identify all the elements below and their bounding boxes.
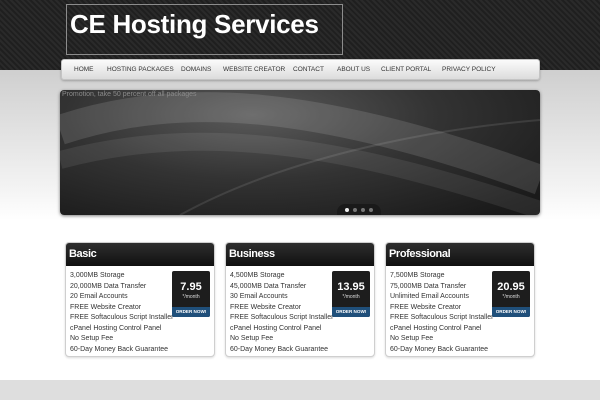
order-now-button[interactable]: ORDER NOW! (492, 307, 530, 317)
feature-item: 7,500MB Storage (390, 272, 445, 279)
feature-item: FREE Website Creator (230, 303, 302, 311)
nav-item-about-us[interactable]: ABOUT US (337, 66, 370, 73)
slider-pagination (337, 204, 381, 215)
nav-item-domains[interactable]: DOMAINS (181, 66, 211, 73)
plan-title: Professional (389, 248, 451, 260)
feature-item: 30 Email Accounts (230, 293, 288, 300)
feature-item: No Setup Fee (70, 335, 114, 342)
feature-item: 4,500MB Storage (230, 272, 285, 279)
plan-header: Professional (386, 243, 534, 266)
feature-item: 60-Day Money Back Guarantee (70, 345, 169, 353)
feature-item: FREE Softaculous Script Installer (390, 314, 494, 321)
slider-swoosh-graphic (60, 92, 540, 215)
plan-features: 7,500MB Storage 75,000MB Data Transfer U… (390, 271, 494, 355)
nav-item-website-creator[interactable]: WEBSITE CREATOR (223, 66, 285, 73)
price-value: 13.95 (337, 281, 365, 293)
price-value: 7.95 (180, 281, 202, 293)
slider-dot-3[interactable] (361, 208, 365, 212)
image-slider[interactable]: Promotion, take 50 percent off all packa… (60, 90, 540, 215)
feature-item: FREE Website Creator (390, 303, 462, 311)
feature-item: FREE Softaculous Script Installer (230, 314, 334, 321)
site-title: CE Hosting Services (70, 9, 319, 39)
nav-item-privacy-policy[interactable]: PRIVACY POLICY (442, 66, 496, 73)
feature-item: 75,000MB Data Transfer (390, 282, 467, 290)
nav-item-client-portal[interactable]: CLIENT PORTAL (381, 66, 431, 73)
feature-item: 3,000MB Storage (70, 272, 125, 279)
order-now-button[interactable]: ORDER NOW! (332, 307, 370, 317)
feature-item: 60-Day Money Back Guarantee (230, 345, 329, 353)
nav-item-hosting-packages[interactable]: HOSTING PACKAGES (107, 66, 174, 73)
price-value: 20.95 (497, 281, 525, 293)
feature-item: 20,000MB Data Transfer (70, 282, 147, 290)
price-period: */month (182, 294, 200, 300)
feature-item: 20 Email Accounts (70, 293, 128, 300)
feature-item: cPanel Hosting Control Panel (230, 324, 322, 332)
plan-title: Business (229, 248, 275, 260)
price-period: */month (342, 294, 360, 300)
footer-bar (0, 380, 600, 400)
main-nav: HOME HOSTING PACKAGES DOMAINS WEBSITE CR… (61, 59, 540, 80)
plan-header: Basic (66, 243, 214, 266)
nav-item-home[interactable]: HOME (74, 66, 94, 73)
feature-item: 60-Day Money Back Guarantee (390, 345, 489, 353)
feature-item: Unlimited Email Accounts (390, 293, 469, 300)
nav-item-contact[interactable]: CONTACT (293, 66, 324, 73)
plan-card-business: Business 4,500MB Storage 45,000MB Data T… (225, 242, 375, 357)
price-period: */month (502, 294, 520, 300)
plan-features: 3,000MB Storage 20,000MB Data Transfer 2… (70, 271, 174, 355)
plan-title: Basic (69, 248, 97, 260)
feature-item: No Setup Fee (230, 335, 274, 342)
slider-caption: Promotion, take 50 percent off all packa… (62, 91, 197, 98)
plan-card-basic: Basic 3,000MB Storage 20,000MB Data Tran… (65, 242, 215, 357)
plan-card-professional: Professional 7,500MB Storage 75,000MB Da… (385, 242, 535, 357)
feature-item: cPanel Hosting Control Panel (390, 324, 482, 332)
slider-dot-1[interactable] (345, 208, 349, 212)
order-now-button[interactable]: ORDER NOW! (172, 307, 210, 317)
feature-item: 45,000MB Data Transfer (230, 282, 307, 290)
price-box: 7.95 */month ORDER NOW! (172, 271, 210, 317)
slider-dot-2[interactable] (353, 208, 357, 212)
feature-item: FREE Website Creator (70, 303, 142, 311)
plan-header: Business (226, 243, 374, 266)
plan-features: 4,500MB Storage 45,000MB Data Transfer 3… (230, 271, 334, 355)
feature-item: No Setup Fee (390, 335, 434, 342)
feature-item: cPanel Hosting Control Panel (70, 324, 162, 332)
slider-dot-4[interactable] (369, 208, 373, 212)
feature-item: FREE Softaculous Script Installer (70, 314, 174, 321)
price-box: 20.95 */month ORDER NOW! (492, 271, 530, 317)
site-logo[interactable]: CE Hosting Services (66, 4, 343, 55)
price-box: 13.95 */month ORDER NOW! (332, 271, 370, 317)
